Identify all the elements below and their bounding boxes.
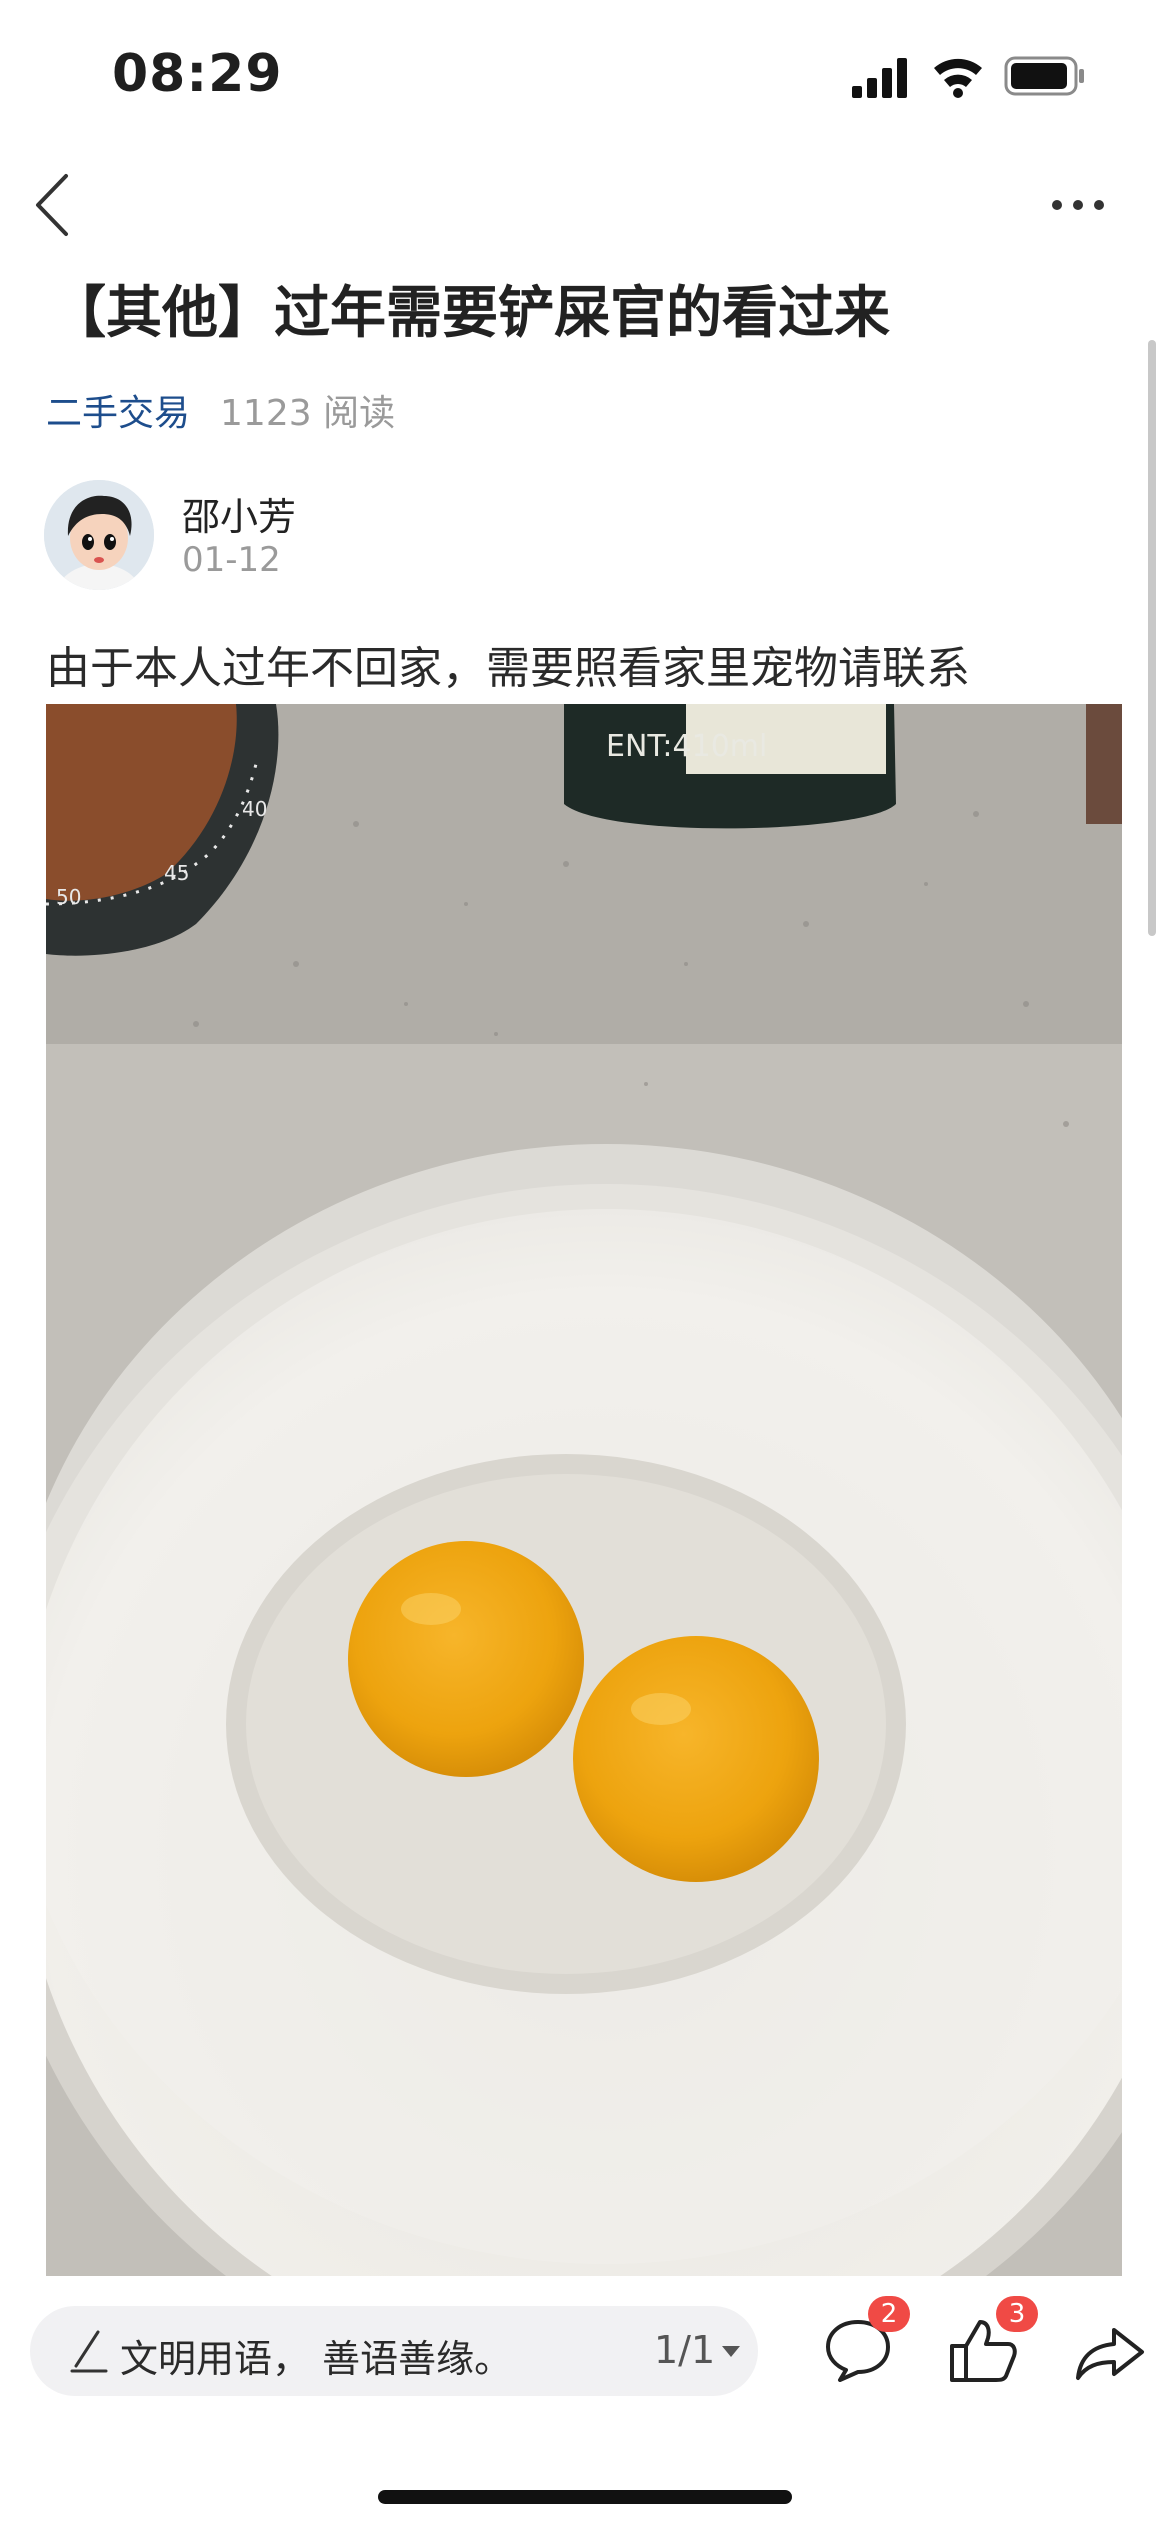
page-indicator[interactable]: 1/1 (654, 2328, 715, 2372)
comment-count-badge: 2 (868, 2296, 910, 2332)
bottle-label: ENT:410ml (606, 729, 767, 764)
post-content: 由于本人过年不回家，需要照看家里宠物请联系 (46, 643, 970, 694)
avatar[interactable] (44, 480, 154, 590)
category-link[interactable]: 二手交易 (46, 393, 190, 434)
battery-icon (1004, 56, 1084, 96)
post-image[interactable]: 50 45 40 ENT:410ml (46, 704, 1122, 2276)
signal-icon (852, 58, 907, 98)
author-name[interactable]: 邵小芳 (182, 486, 296, 541)
scrollbar[interactable] (1148, 340, 1156, 936)
timer-mark: 50 (56, 885, 81, 909)
bottle: ENT:410ml (564, 704, 896, 829)
timer-mark: 45 (164, 861, 189, 885)
home-indicator[interactable] (378, 2490, 792, 2504)
post-title: 【其他】过年需要铲屎官的看过来 (50, 281, 890, 346)
timer-mark: 40 (242, 797, 267, 821)
pen-icon (70, 2330, 108, 2373)
comment-placeholder[interactable]: 文明用语， 善语善缘。 (120, 2328, 512, 2383)
view-count: 1123 阅读 (220, 393, 396, 434)
chevron-down-icon[interactable] (722, 2346, 740, 2358)
more-icon[interactable] (1050, 198, 1106, 212)
share-icon[interactable] (1074, 2326, 1146, 2382)
post-date: 01-12 (182, 540, 281, 580)
like-count-badge: 3 (996, 2296, 1038, 2332)
status-time: 08:29 (112, 44, 283, 104)
wifi-icon (934, 58, 982, 98)
back-arrow-icon[interactable] (32, 172, 72, 238)
post-meta: 二手交易 1123 阅读 (46, 384, 395, 436)
